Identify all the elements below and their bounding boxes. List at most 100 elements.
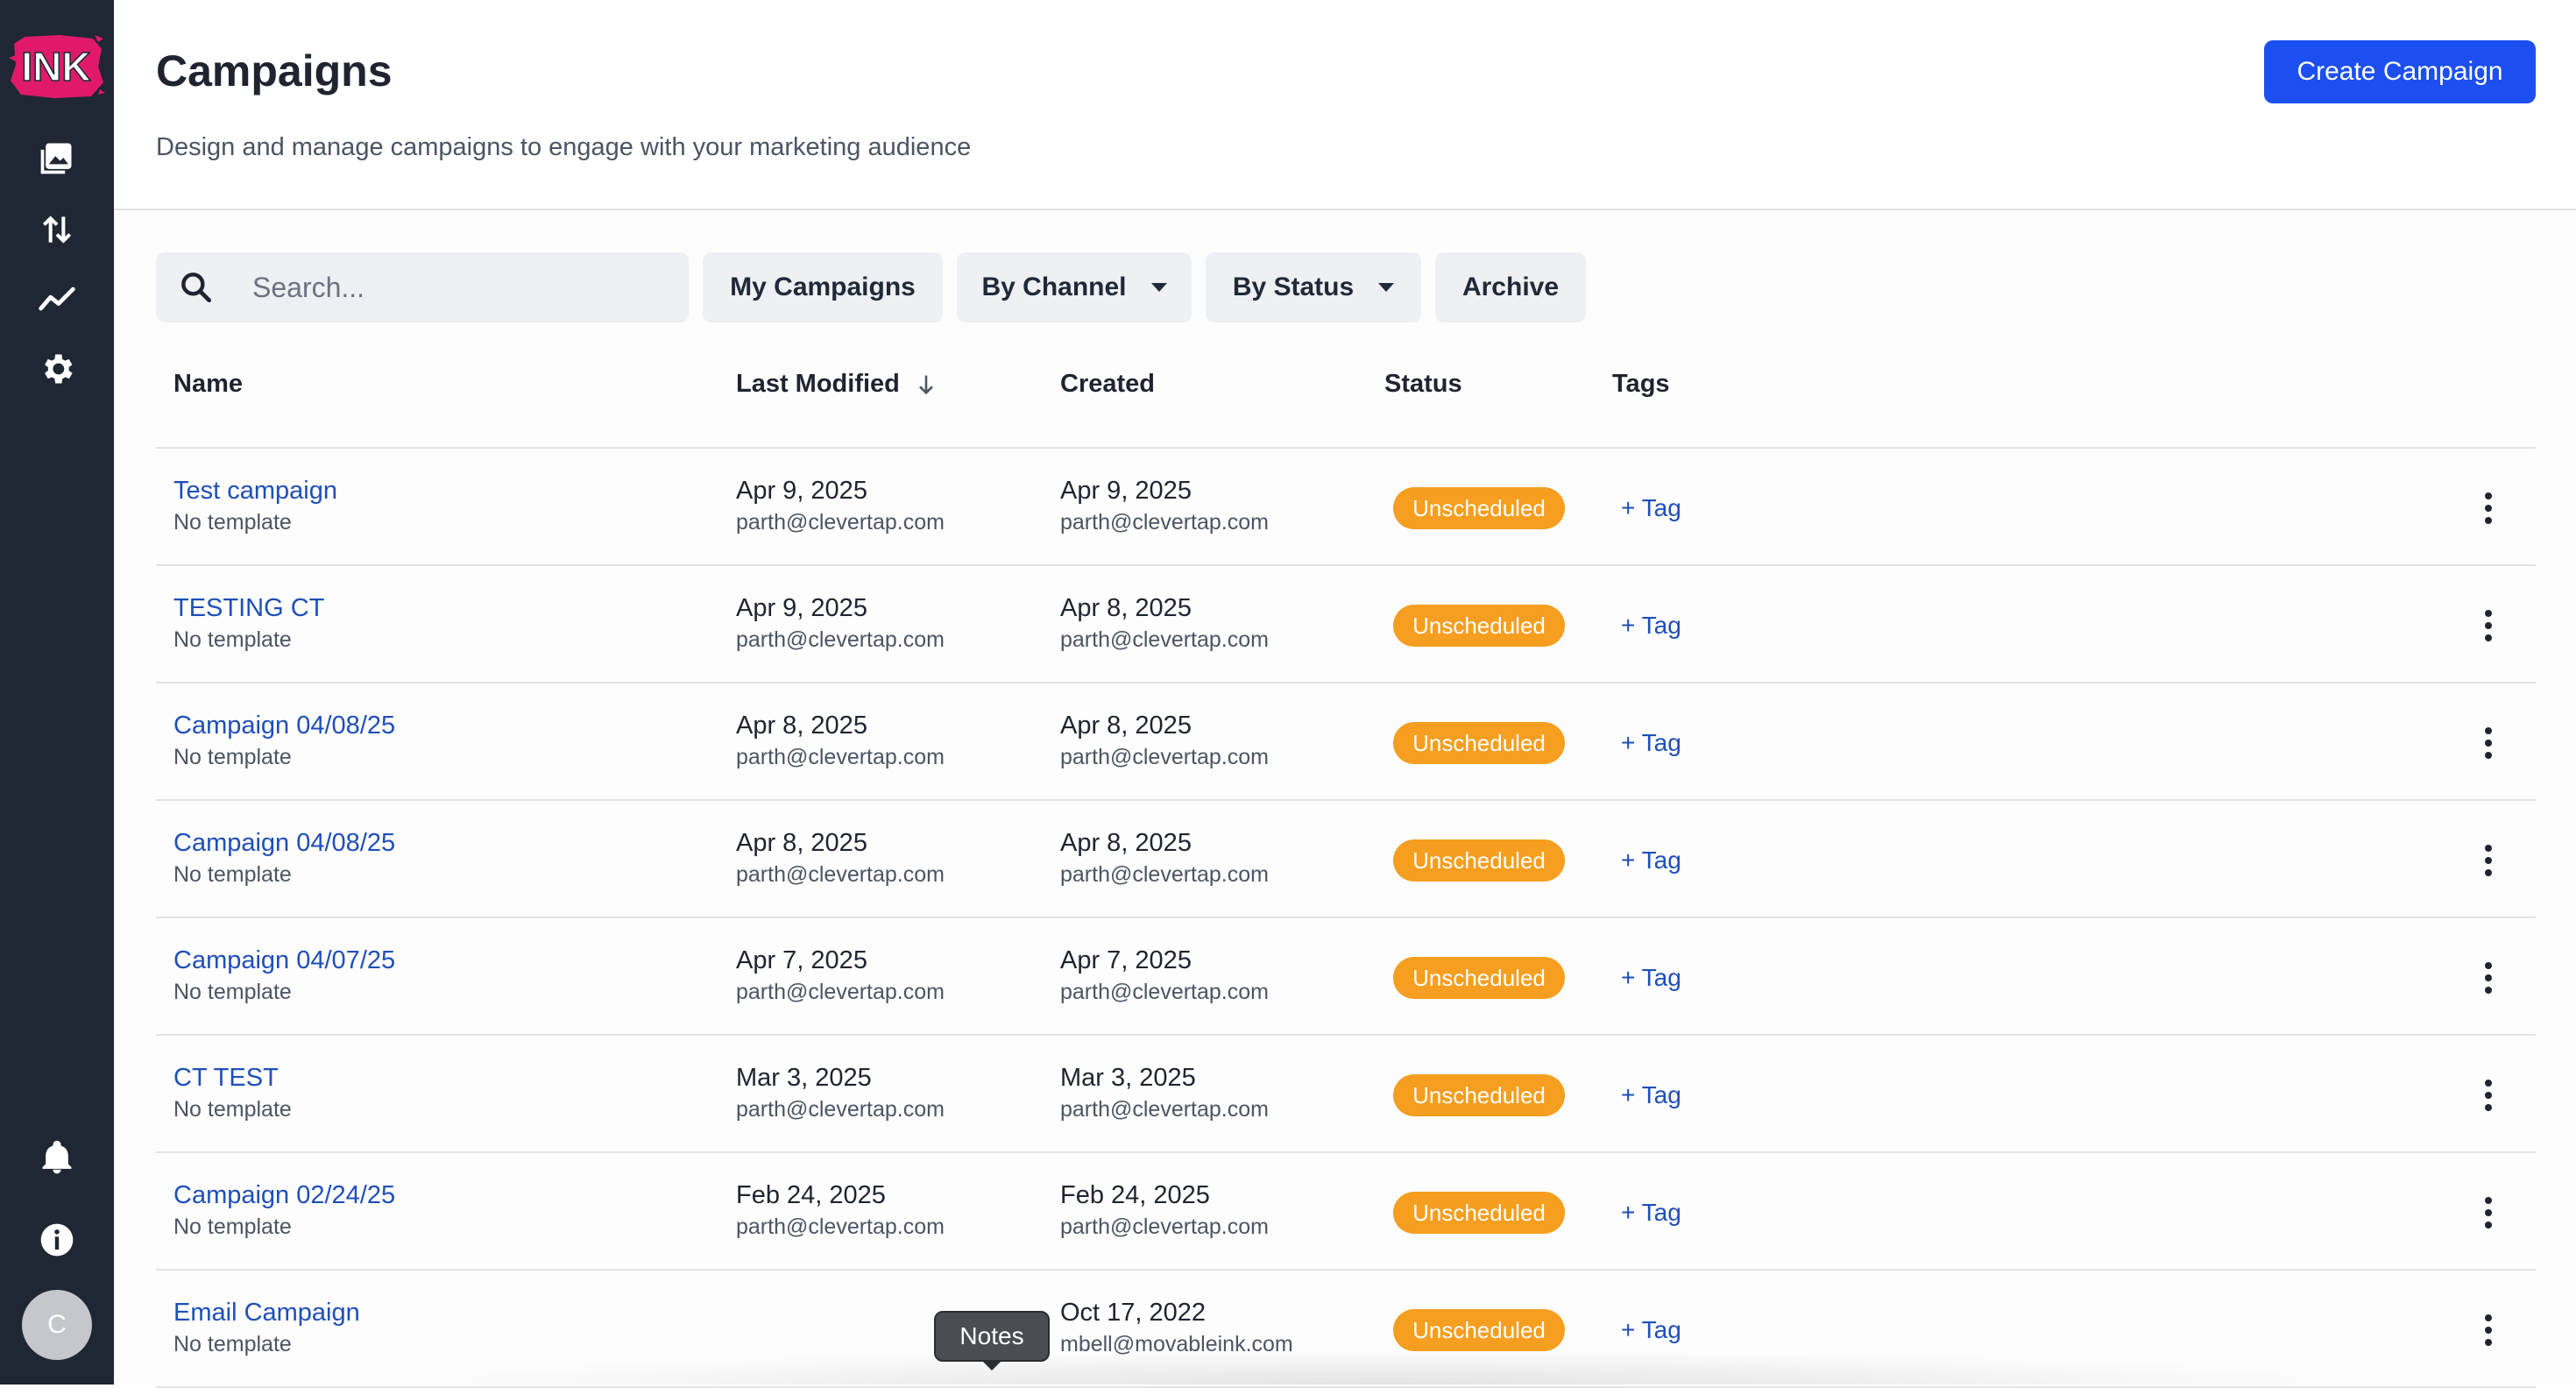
notes-tooltip: Notes [934,1311,1050,1362]
column-header-tags: Tags [1612,370,1670,398]
last-modified-by: parth@clevertap.com [736,1214,945,1239]
more-options-icon[interactable] [2471,1076,2506,1115]
created-date: Feb 24, 2025 [1060,1181,1210,1209]
template-label: No template [173,862,292,887]
add-tag-link[interactable]: + Tag [1621,846,1681,875]
filter-toolbar: My Campaigns By Channel By Status Archiv… [156,252,1908,322]
last-modified-by: parth@clevertap.com [736,980,945,1004]
created-date: Apr 8, 2025 [1060,829,1192,857]
created-by: parth@clevertap.com [1060,510,1269,535]
last-modified-by: parth@clevertap.com [736,862,945,887]
status-badge: Unscheduled [1393,605,1565,647]
template-label: No template [173,1332,292,1356]
add-tag-link[interactable]: + Tag [1621,1199,1681,1227]
created-by: parth@clevertap.com [1060,980,1269,1004]
add-tag-link[interactable]: + Tag [1621,612,1681,640]
last-modified-by: parth@clevertap.com [736,745,945,769]
page-title: Campaigns [156,46,393,96]
by-channel-label: By Channel [981,273,1127,301]
my-campaigns-label: My Campaigns [730,273,916,301]
svg-text:INK: INK [21,44,90,89]
more-options-icon[interactable] [2471,1311,2506,1349]
status-badge: Unscheduled [1393,1309,1565,1351]
by-status-label: By Status [1232,273,1355,301]
info-icon[interactable] [35,1218,79,1262]
add-tag-link[interactable]: + Tag [1621,494,1681,522]
template-label: No template [173,1097,292,1122]
add-tag-link[interactable]: + Tag [1621,964,1681,992]
table-row[interactable]: Campaign 04/08/25 No template Apr 8, 2025 p… [156,801,2536,918]
created-by: parth@clevertap.com [1060,862,1269,887]
bell-icon[interactable] [35,1136,79,1179]
created-date: Apr 8, 2025 [1060,594,1192,622]
column-header-name[interactable]: Name [173,370,243,399]
table-row[interactable]: Campaign 02/24/25 No template Feb 24, 2025… [156,1153,2536,1271]
chevron-down-icon [1150,283,1167,292]
status-badge: Unscheduled [1393,1074,1565,1116]
created-by: parth@clevertap.com [1060,1214,1269,1239]
created-by: parth@clevertap.com [1060,627,1269,652]
avatar[interactable]: C [22,1290,92,1360]
created-date: Oct 17, 2022 [1060,1299,1207,1327]
by-channel-dropdown[interactable]: By Channel [957,252,1192,322]
campaign-name-link[interactable]: TESTING CT [173,594,324,623]
my-campaigns-button[interactable]: My Campaigns [703,252,943,322]
sort-descending-icon [918,375,933,394]
archive-label: Archive [1461,273,1560,301]
by-status-dropdown[interactable]: By Status [1206,252,1421,322]
campaign-name-link[interactable]: Campaign 04/08/25 [173,829,395,858]
search-icon [177,268,216,307]
more-options-icon[interactable] [2471,841,2506,880]
template-label: No template [173,1214,292,1239]
column-header-last-modified[interactable]: Last Modified [736,370,938,399]
sidebar: INK C [0,0,114,1384]
add-tag-link[interactable]: + Tag [1621,729,1681,757]
analytics-icon[interactable] [35,277,79,321]
campaign-name-link[interactable]: Email Campaign [173,1299,360,1328]
tooltip-arrow [981,1360,1002,1370]
table-header: Name Last Modified Created Status Tags [156,351,2536,449]
table-row[interactable]: Campaign 04/08/25 No template Apr 8, 2025 p… [156,683,2536,801]
scroll-shadow [377,1349,2392,1384]
page-subtitle: Design and manage campaigns to engage wi… [156,133,972,161]
status-badge: Unscheduled [1393,1192,1565,1234]
more-options-icon[interactable] [2471,606,2506,645]
search-box [156,252,689,322]
template-label: No template [173,627,292,652]
created-date: Apr 7, 2025 [1060,946,1192,974]
create-campaign-button[interactable]: Create Campaign [2264,40,2536,103]
last-modified-date: Apr 8, 2025 [736,829,867,857]
campaign-name-link[interactable]: Test campaign [173,477,337,506]
sort-arrows-icon[interactable] [35,208,79,251]
table-row[interactable]: CT TEST No template Mar 3, 2025 parth@cleve… [156,1036,2536,1153]
template-label: No template [173,980,292,1004]
search-input[interactable] [252,252,673,322]
last-modified-by: parth@clevertap.com [736,627,945,652]
last-modified-date: Apr 8, 2025 [736,712,867,740]
campaign-name-link[interactable]: Campaign 04/08/25 [173,712,395,740]
campaign-name-link[interactable]: Campaign 02/24/25 [173,1181,395,1210]
table-body: Test campaign No template Apr 9, 2025 parth… [156,449,2536,1388]
gallery-icon[interactable] [35,136,79,180]
campaign-name-link[interactable]: Campaign 04/07/25 [173,946,395,975]
more-options-icon[interactable] [2471,959,2506,997]
table-row[interactable]: Campaign 04/07/25 No template Apr 7, 2025 p… [156,918,2536,1036]
campaign-name-link[interactable]: CT TEST [173,1064,279,1093]
more-options-icon[interactable] [2471,489,2506,528]
campaigns-table: Name Last Modified Created Status Tags T… [156,351,2536,1388]
table-row[interactable]: TESTING CT No template Apr 9, 2025 parth@cl… [156,566,2536,683]
more-options-icon[interactable] [2471,1193,2506,1232]
chevron-down-icon [1378,283,1395,292]
add-tag-link[interactable]: + Tag [1621,1081,1681,1109]
table-row[interactable]: Test campaign No template Apr 9, 2025 parth… [156,449,2536,566]
page-header: Campaigns Design and manage campaigns to… [114,0,2576,210]
template-label: No template [173,510,292,535]
archive-button[interactable]: Archive [1435,252,1586,322]
ink-logo[interactable]: INK [7,32,105,102]
more-options-icon[interactable] [2471,724,2506,762]
column-header-status[interactable]: Status [1384,370,1462,399]
last-modified-date: Apr 9, 2025 [736,477,867,505]
column-header-created[interactable]: Created [1060,370,1155,399]
gear-icon[interactable] [35,347,79,391]
add-tag-link[interactable]: + Tag [1621,1316,1681,1344]
